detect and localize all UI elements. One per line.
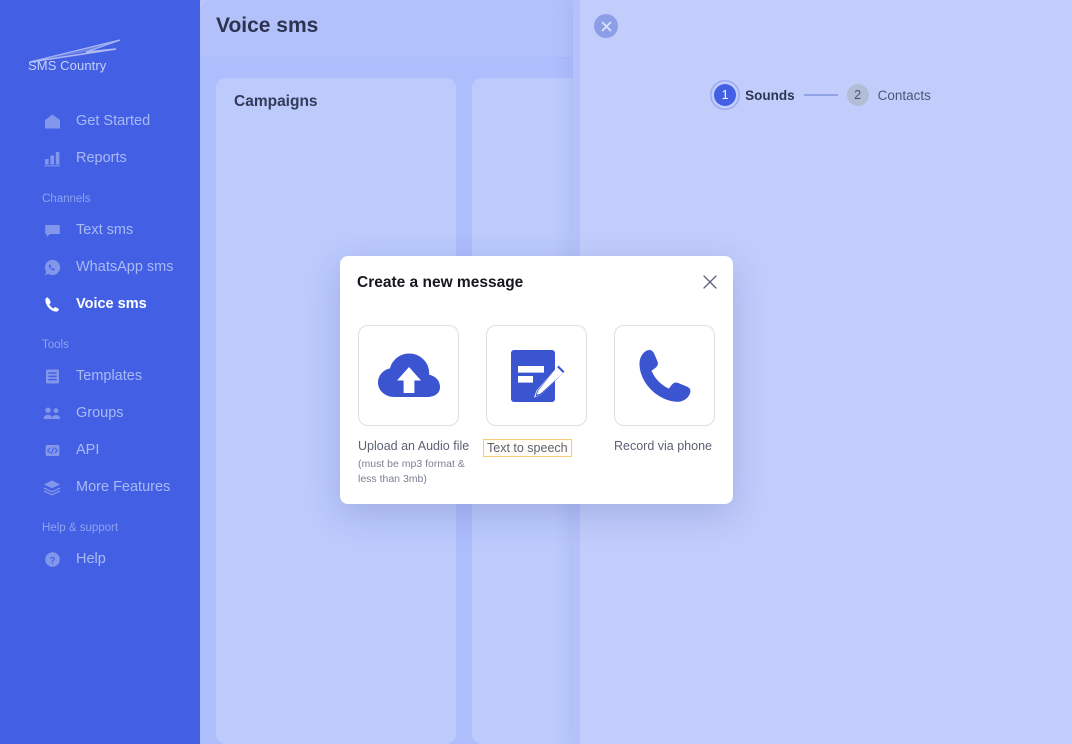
step-2-badge[interactable]: 2 [846, 84, 869, 106]
panel-close-button[interactable] [594, 14, 618, 38]
message-type-options: Upload an Audio file (must be mp3 format… [358, 325, 715, 487]
campaigns-title: Campaigns [234, 93, 318, 110]
bar-chart-icon [42, 148, 62, 168]
svg-text:?: ? [49, 555, 55, 566]
step-connector [803, 94, 838, 96]
code-icon [42, 440, 62, 460]
sidebar-item-help[interactable]: ? Help [0, 541, 200, 577]
sidebar-item-label: Text sms [76, 222, 134, 238]
option-upload-audio[interactable]: Upload an Audio file (must be mp3 format… [358, 325, 470, 487]
sidebar-item-templates[interactable]: Templates [0, 358, 200, 394]
modal-close-button[interactable] [701, 273, 719, 291]
option-tile[interactable] [486, 325, 587, 426]
sidebar-section-tools: Tools [42, 339, 69, 351]
cloud-upload-icon [377, 353, 440, 397]
modal-title: Create a new message [357, 274, 524, 291]
whatsapp-icon [42, 257, 62, 277]
sidebar-section-channels: Channels [42, 193, 91, 205]
page-title: Voice sms [216, 14, 319, 37]
option-record-via-phone[interactable]: Record via phone [614, 325, 715, 487]
close-icon [703, 275, 717, 289]
option-label: Record via phone [614, 439, 712, 453]
close-icon [601, 21, 611, 31]
sidebar-item-reports[interactable]: Reports [0, 140, 200, 176]
sidebar-item-voice-sms[interactable]: Voice sms [0, 286, 200, 322]
sidebar-item-label: WhatsApp sms [76, 259, 174, 275]
sidebar-nav: Get Started Reports Channels Text sms Wh… [0, 103, 200, 578]
option-tile[interactable] [358, 325, 459, 426]
sidebar-item-label: Templates [76, 368, 143, 384]
phone-call-icon [639, 349, 690, 402]
option-sublabel: (must be mp3 format & less than 3mb) [358, 458, 465, 485]
step-number: 2 [854, 88, 862, 102]
sidebar-item-label: Voice sms [76, 296, 147, 312]
sidebar-item-label: Groups [76, 405, 124, 421]
wizard-stepper: 1 Sounds 2 Contacts [573, 84, 1072, 106]
app-root: SMS Country Get Started Reports Channels… [0, 0, 1072, 744]
layers-icon [42, 477, 62, 497]
people-icon [42, 403, 62, 423]
text-document-edit-icon [510, 349, 566, 402]
chat-bubble-icon [42, 220, 62, 240]
sidebar-item-groups[interactable]: Groups [0, 395, 200, 431]
sidebar-item-api[interactable]: API [0, 432, 200, 468]
option-label: Text to speech [483, 439, 572, 457]
step-number: 1 [721, 88, 729, 102]
sidebar-item-text-sms[interactable]: Text sms [0, 212, 200, 248]
sidebar: SMS Country Get Started Reports Channels… [0, 0, 200, 744]
phone-icon [42, 294, 62, 314]
sidebar-item-whatsapp-sms[interactable]: WhatsApp sms [0, 249, 200, 285]
sidebar-section-help-support: Help & support [42, 522, 119, 534]
sidebar-item-get-started[interactable]: Get Started [0, 103, 200, 139]
option-tile[interactable] [614, 325, 715, 426]
sidebar-item-more-features[interactable]: More Features [0, 469, 200, 505]
sidebar-item-label: Help [76, 551, 106, 567]
option-text-to-speech[interactable]: Text to speech [483, 325, 587, 487]
sidebar-item-label: Reports [76, 150, 127, 166]
step-1-label: Sounds [745, 87, 795, 103]
step-1-badge[interactable]: 1 [714, 84, 737, 106]
step-2-label: Contacts [877, 87, 931, 103]
document-icon [42, 366, 62, 386]
sidebar-item-label: API [76, 442, 100, 458]
create-message-modal: Create a new message Upload an Audio fil… [340, 256, 733, 504]
brand-name: SMS Country [28, 58, 107, 73]
sidebar-item-label: More Features [76, 479, 171, 495]
question-circle-icon: ? [42, 549, 62, 569]
sidebar-item-label: Get Started [76, 113, 151, 129]
option-label: Upload an Audio file [358, 439, 470, 453]
home-icon [42, 111, 62, 131]
